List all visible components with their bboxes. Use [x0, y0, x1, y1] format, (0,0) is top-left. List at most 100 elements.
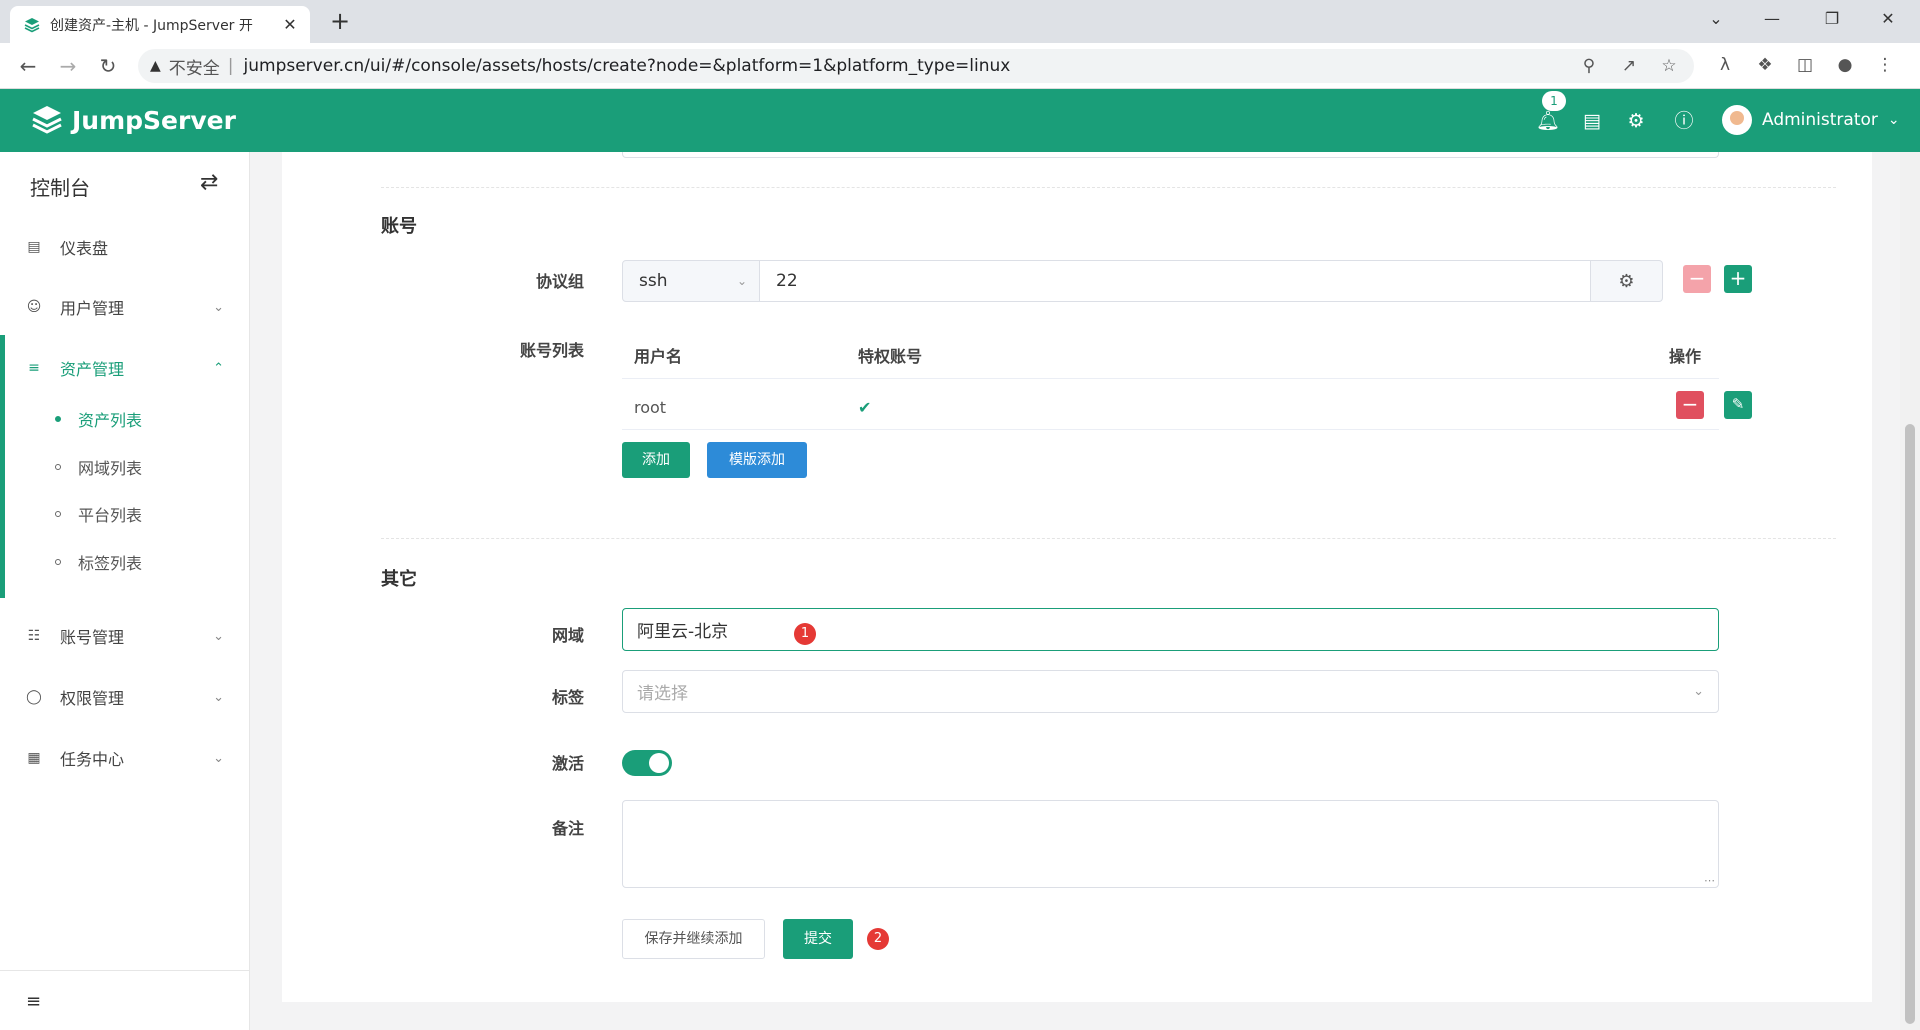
protocol-select[interactable]: ssh ⌄	[622, 260, 760, 302]
reload-icon[interactable]: ↻	[94, 52, 122, 80]
star-icon[interactable]: ☆	[1658, 56, 1680, 76]
delete-account-button[interactable]: −	[1676, 391, 1704, 419]
tab-close-icon[interactable]: ✕	[280, 15, 300, 34]
sidebar-item-accounts[interactable]: ☷ 账号管理 ⌄	[0, 614, 250, 658]
submit-button[interactable]: 提交	[783, 919, 853, 959]
jumpserver-favicon-icon	[24, 17, 40, 32]
bullet-icon	[55, 464, 61, 470]
tab-title: 创建资产-主机 - JumpServer 开	[50, 17, 253, 34]
form-card: 账号 协议组 ssh ⌄ 22 ⚙ − + 账号列表 用户名 特权账号 操作 r…	[282, 152, 1872, 1002]
sidebar: 控制台 ⇄ ▤ 仪表盘 ☺ 用户管理 ⌄ ≡ 资产管理 ⌃ 资产列表 网域列表 …	[0, 152, 250, 1030]
url-bar[interactable]: ▲ 不安全 | jumpserver.cn/ui/#/console/asset…	[138, 49, 1694, 83]
sidebar-item-tasks[interactable]: ▦ 任务中心 ⌄	[0, 736, 250, 780]
account-table-header: 用户名 特权账号 操作	[622, 325, 1719, 379]
port-value: 22	[776, 271, 798, 291]
brand-name: JumpServer	[72, 105, 236, 135]
back-icon[interactable]: ←	[14, 52, 42, 80]
sidebar-item-label: 任务中心	[60, 750, 125, 769]
remove-protocol-button[interactable]: −	[1683, 265, 1711, 293]
minimize-button[interactable]: —	[1750, 6, 1794, 32]
extension-icon[interactable]: λ	[1714, 55, 1736, 75]
sidebar-item-users[interactable]: ☺ 用户管理 ⌄	[0, 285, 250, 329]
help-icon[interactable]: ⓘ	[1672, 109, 1696, 133]
add-protocol-button[interactable]: +	[1724, 265, 1752, 293]
previous-field-edge	[622, 152, 1719, 158]
scrollbar[interactable]	[1900, 152, 1920, 1030]
key-icon[interactable]: ⚲	[1578, 56, 1600, 76]
sidebar-item-dashboard[interactable]: ▤ 仪表盘	[0, 225, 250, 269]
account-icon: ☷	[27, 628, 41, 644]
url-text: jumpserver.cn/ui/#/console/assets/hosts/…	[243, 56, 1011, 76]
new-tab-button[interactable]: +	[326, 8, 354, 36]
sidebar-title: 控制台	[30, 176, 90, 200]
labels-placeholder: 请选择	[637, 684, 688, 704]
tab-search-icon[interactable]: ⌄	[1694, 6, 1738, 32]
sidebar-item-label: 账号管理	[60, 628, 125, 647]
switch-view-icon[interactable]: ⇄	[200, 170, 218, 195]
resize-handle-icon[interactable]: ⋯	[1704, 874, 1715, 887]
active-toggle[interactable]	[622, 750, 672, 776]
chevron-down-icon: ⌄	[1693, 684, 1704, 699]
template-add-button[interactable]: 模版添加	[707, 442, 807, 478]
edit-account-button[interactable]: ✎	[1724, 391, 1752, 419]
maximize-button[interactable]: ❐	[1810, 6, 1854, 32]
section-title-account: 账号	[381, 216, 417, 237]
terminal-icon[interactable]: ▤	[1580, 109, 1604, 133]
port-input[interactable]: 22	[760, 260, 1591, 302]
sidebar-item-assets[interactable]: ≡ 资产管理 ⌃	[0, 346, 250, 390]
calendar-icon: ▦	[27, 750, 41, 766]
forward-icon[interactable]: →	[54, 52, 82, 80]
sidebar-subitem-label: 平台列表	[78, 506, 143, 525]
sidebar-subitem-platform-list[interactable]: 平台列表	[0, 494, 250, 534]
labels-select[interactable]: 请选择 ⌄	[622, 670, 1719, 713]
puzzle-icon[interactable]: ❖	[1754, 55, 1776, 75]
column-header-privileged: 特权账号	[858, 347, 923, 366]
step-marker-2: 2	[867, 928, 889, 950]
address-toolbar: ← → ↻ ▲ 不安全 | jumpserver.cn/ui/#/console…	[0, 43, 1920, 89]
avatar	[1722, 105, 1752, 135]
table-row: root ✔ − ✎	[622, 380, 1752, 430]
chevron-up-icon: ⌃	[213, 360, 224, 376]
sidebar-subitem-label: 网域列表	[78, 459, 143, 478]
comment-textarea[interactable]: ⋯	[622, 800, 1719, 888]
insecure-label: 不安全	[168, 58, 220, 79]
gear-icon[interactable]: ⚙	[1624, 109, 1648, 133]
jumpserver-logo-icon	[32, 106, 62, 134]
sidebar-subitem-asset-list[interactable]: 资产列表	[0, 399, 250, 439]
close-window-button[interactable]: ✕	[1866, 6, 1910, 32]
column-header-username: 用户名	[634, 347, 683, 366]
domain-select[interactable]: 阿里云-北京	[622, 608, 1719, 651]
sidebar-footer: ≡	[0, 970, 250, 1030]
sidebar-subitem-label-list[interactable]: 标签列表	[0, 542, 250, 582]
sidebar-subitem-domain-list[interactable]: 网域列表	[0, 447, 250, 487]
bell-icon[interactable]: 🔔︎	[1536, 109, 1560, 133]
users-icon: ☺	[26, 299, 42, 315]
domain-value: 阿里云-北京	[637, 622, 729, 642]
sidebar-subitem-label: 资产列表	[78, 411, 143, 430]
step-marker-1: 1	[794, 623, 816, 645]
section-divider	[381, 187, 1836, 188]
check-icon: ✔	[858, 398, 872, 417]
browser-tabbar: 创建资产-主机 - JumpServer 开 ✕ + ⌄ — ❐ ✕	[0, 0, 1920, 43]
profile-icon[interactable]: ●	[1834, 55, 1856, 75]
more-icon[interactable]: ⋮	[1874, 55, 1896, 75]
comment-label: 备注	[551, 819, 584, 838]
brand-logo[interactable]: JumpServer	[30, 103, 236, 137]
sidebar-item-label: 资产管理	[60, 360, 125, 379]
sidebar-item-permissions[interactable]: ◯ 权限管理 ⌄	[0, 675, 250, 719]
collapse-menu-icon[interactable]: ≡	[26, 991, 41, 1012]
chevron-down-icon: ⌄	[1887, 112, 1900, 128]
sidebar-item-label: 权限管理	[60, 689, 125, 708]
warning-icon: ▲	[150, 58, 161, 74]
add-account-button[interactable]: 添加	[622, 442, 690, 478]
section-title-other: 其它	[381, 569, 417, 590]
browser-tab[interactable]: 创建资产-主机 - JumpServer 开 ✕	[10, 6, 310, 43]
sidepanel-icon[interactable]: ◫	[1794, 55, 1816, 75]
user-menu[interactable]: Administrator ⌄	[1722, 105, 1900, 135]
scrollbar-thumb[interactable]	[1905, 424, 1915, 1024]
domain-label: 网域	[551, 626, 584, 645]
bullet-icon	[55, 511, 61, 517]
save-continue-button[interactable]: 保存并继续添加	[622, 919, 765, 959]
protocol-settings-button[interactable]: ⚙	[1591, 260, 1663, 302]
share-icon[interactable]: ↗	[1618, 56, 1640, 76]
